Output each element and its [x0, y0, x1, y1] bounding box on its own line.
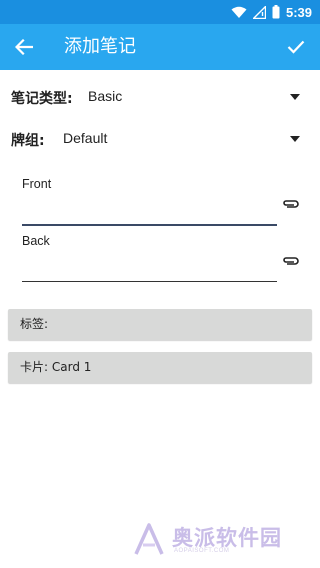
chevron-down-icon[interactable]: [290, 136, 300, 142]
status-time: 5:39: [285, 4, 312, 20]
front-field-label: Front: [22, 177, 52, 191]
status-icons: 5:39: [231, 3, 312, 21]
check-icon: [287, 40, 305, 54]
deck-select[interactable]: Default: [63, 130, 107, 146]
back-field-input[interactable]: [22, 256, 277, 280]
app-toolbar: 添加笔记: [0, 24, 320, 70]
watermark-subtext: AOPAISOFT.COM: [174, 548, 230, 554]
front-field-input[interactable]: [22, 199, 277, 223]
cards-button[interactable]: 卡片: Card 1: [8, 352, 312, 383]
back-field-underline: [22, 281, 277, 282]
watermark-logo: [134, 523, 164, 555]
front-field-underline: [22, 224, 277, 226]
confirm-button[interactable]: [282, 33, 310, 61]
cards-button-label: 卡片: Card 1: [20, 360, 92, 374]
arrow-left-icon: [15, 39, 33, 55]
watermark: 奥派软件园 AOPAISOFT.COM: [132, 522, 312, 558]
wifi-icon: [231, 6, 247, 18]
deck-row[interactable]: 牌组: Default: [0, 122, 320, 156]
back-button[interactable]: [10, 33, 38, 61]
tags-button[interactable]: 标签:: [8, 309, 312, 340]
page-title: 添加笔记: [64, 36, 136, 57]
battery-icon: [272, 5, 280, 19]
note-type-label: 笔记类型:: [11, 91, 73, 107]
status-bar: 5:39: [0, 0, 320, 24]
back-field-label: Back: [22, 234, 50, 248]
chevron-down-icon[interactable]: [290, 94, 300, 100]
paperclip-icon[interactable]: [282, 255, 300, 267]
signal-icon: [252, 5, 266, 19]
tags-button-label: 标签:: [20, 317, 49, 331]
deck-label: 牌组:: [11, 133, 45, 149]
paperclip-icon[interactable]: [282, 198, 300, 210]
note-type-select[interactable]: Basic: [88, 88, 122, 104]
note-type-row[interactable]: 笔记类型: Basic: [0, 80, 320, 114]
